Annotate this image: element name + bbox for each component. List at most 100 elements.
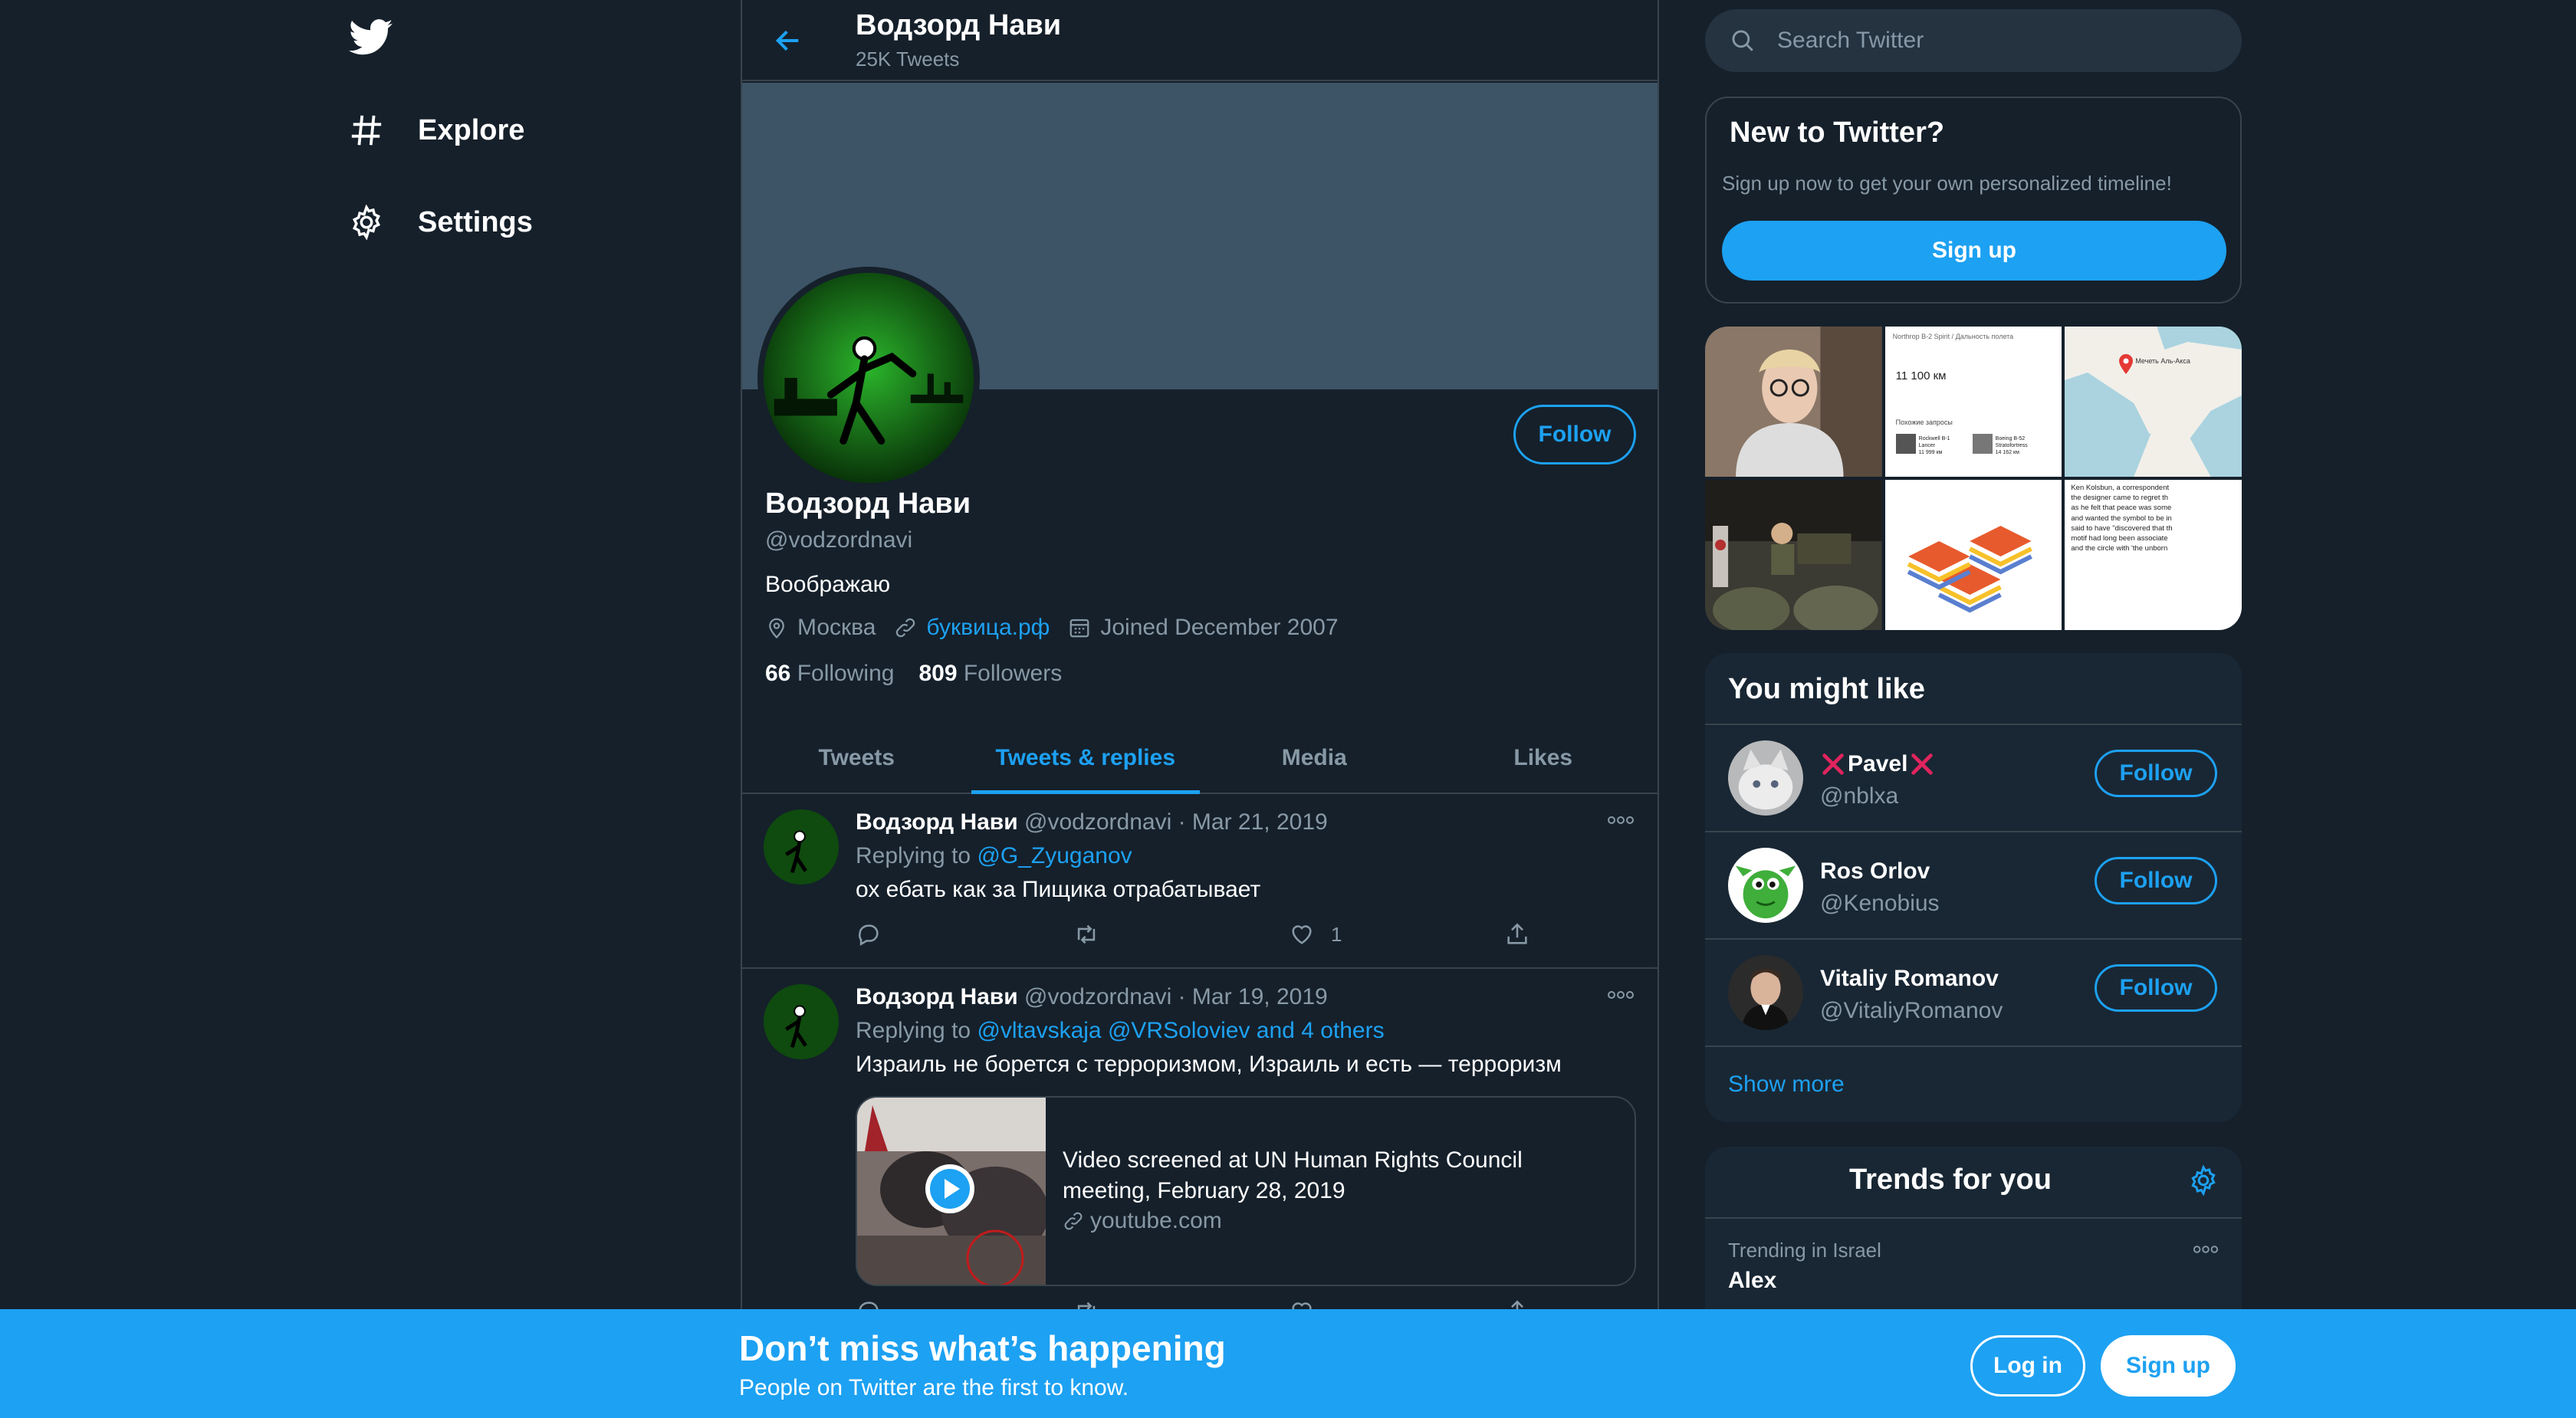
tweet[interactable]: Водзорд Нави @vodzordnavi · Mar 21, 2019… [742, 796, 1658, 969]
media-thumb-portrait[interactable] [1705, 327, 1882, 477]
article-line: the designer came to regret th [2071, 494, 2169, 503]
tab-tweets-replies[interactable]: Tweets & replies [971, 724, 1201, 794]
twitter-bird-icon[interactable] [349, 18, 393, 57]
followers-count[interactable]: 809 Followers [918, 661, 1062, 687]
tweet[interactable]: Водзорд Нави @vodzordnavi · Mar 19, 2019… [742, 970, 1658, 1338]
card-title: Video screened at UN Human Rights Counci… [1063, 1147, 1523, 1203]
divider [1705, 1217, 2242, 1219]
red-x-icon [1909, 751, 1935, 777]
avatar[interactable] [1728, 955, 1803, 1030]
replying-mention[interactable]: @G_Zyuganov [977, 843, 1132, 868]
tweet-avatar[interactable] [764, 809, 839, 885]
more-icon[interactable] [2193, 1245, 2219, 1254]
gear-icon [349, 205, 384, 240]
more-icon[interactable] [1607, 990, 1635, 999]
replying-prefix: Replying to [856, 843, 971, 868]
replying-mention[interactable]: @vltavskaja @VRSoloviev and 4 others [977, 1018, 1384, 1043]
tweet-header: Водзорд Нави @vodzordnavi · Mar 21, 2019 [856, 809, 1328, 835]
retweet-action[interactable] [1072, 921, 1240, 947]
tweet-date[interactable]: · Mar 19, 2019 [1178, 984, 1328, 1009]
avatar[interactable] [1728, 848, 1803, 923]
signup-button[interactable]: Sign up [1722, 221, 2226, 281]
media-thumb-3d-map[interactable] [1884, 480, 2062, 630]
user-name[interactable]: Ros Orlov [1820, 858, 1930, 885]
back-arrow-icon[interactable] [773, 23, 803, 58]
thumb-plane-1 [1895, 434, 1916, 454]
left-nav: Explore Settings [337, 0, 736, 1418]
like-action[interactable]: 1 [1288, 921, 1457, 947]
avatar[interactable] [1728, 740, 1803, 816]
reply-action[interactable] [856, 921, 1024, 947]
tweet-author-name[interactable]: Водзорд Нави [856, 984, 1018, 1009]
profile-handle: @vodzordnavi [765, 527, 913, 553]
profile-website: буквица.рф [894, 615, 1050, 641]
user-handle: @Kenobius [1820, 891, 1940, 916]
following-count[interactable]: 66 Following [765, 661, 894, 687]
login-button[interactable]: Log in [1970, 1335, 2085, 1397]
nav-explore[interactable]: Explore [349, 100, 524, 161]
tab-media[interactable]: Media [1200, 724, 1429, 793]
tab-tweets[interactable]: Tweets [742, 724, 971, 793]
user-suggestion[interactable]: Vitaliy Romanov @VitaliyRomanov Follow [1705, 938, 2242, 1045]
play-icon[interactable] [923, 1162, 977, 1216]
gear-icon[interactable] [2188, 1165, 2219, 1196]
media-thumb-article[interactable]: Ken Kolsbun, a correspondent the designe… [2065, 480, 2242, 630]
trends-title: Trends for you [1849, 1164, 2052, 1196]
media-thumb-search-result[interactable]: Northrop B-2 Spirit / Дальность полета 1… [1884, 327, 2062, 477]
article-line: and the circle with 'the unborn [2071, 544, 2168, 553]
tweet-date[interactable]: · Mar 21, 2019 [1178, 809, 1328, 835]
tab-likes[interactable]: Likes [1429, 724, 1658, 793]
nav-settings[interactable]: Settings [349, 192, 533, 253]
nav-settings-label: Settings [418, 205, 533, 238]
link-card[interactable]: Video screened at UN Human Rights Counci… [856, 1096, 1636, 1286]
tweet-replying-to: Replying to @vltavskaja @VRSoloviev and … [856, 1018, 1385, 1044]
tweet-text: ох ебать как за Пищика отрабатывает [856, 877, 1261, 902]
following-label: Following [797, 661, 895, 686]
link-icon [1063, 1210, 1084, 1232]
website-link[interactable]: буквица.рф [926, 615, 1050, 641]
who-to-follow-panel: You might like Pavel @nblxa Follow Ros O… [1705, 653, 2242, 1122]
signup-button[interactable]: Sign up [2101, 1335, 2236, 1397]
prompt-subtext: People on Twitter are the first to know. [739, 1375, 1129, 1400]
tweet-author-handle: @vodzordnavi [1024, 984, 1172, 1009]
show-more-link[interactable]: Show more [1728, 1072, 1845, 1098]
tweet-actions: 1 [856, 921, 1530, 947]
red-x-icon [1820, 751, 1846, 777]
follow-button[interactable]: Follow [2095, 964, 2217, 1012]
map-pin-icon [2118, 354, 2134, 374]
media-thumb-meeting[interactable] [1705, 480, 1882, 630]
user-name[interactable]: Pavel [1820, 751, 1935, 777]
profile-follow-button[interactable]: Follow [1513, 405, 1636, 464]
search-input[interactable] [1777, 28, 2206, 54]
profile-meta: Москва буквица.рф Joined December 2007 [765, 615, 1357, 641]
new-to-twitter-title: New to Twitter? [1730, 117, 1945, 149]
trend-name[interactable]: Alex [1728, 1268, 1776, 1294]
article-line: and wanted the symbol to be in [2071, 514, 2172, 523]
search-box[interactable] [1705, 9, 2242, 72]
more-icon[interactable] [1607, 816, 1635, 825]
card-url-text: youtube.com [1090, 1208, 1222, 1233]
right-sidebar: New to Twitter? Sign up now to get your … [1705, 0, 2242, 1418]
divider [1705, 1045, 2242, 1047]
replying-prefix: Replying to [856, 1018, 971, 1043]
follow-button[interactable]: Follow [2095, 857, 2217, 904]
user-name[interactable]: Vitaliy Romanov [1820, 966, 1999, 992]
user-suggestion[interactable]: Ros Orlov @Kenobius Follow [1705, 831, 2242, 938]
tweet-author-name[interactable]: Водзорд Нави [856, 809, 1018, 835]
hashtag-icon [349, 113, 384, 148]
joined-text: Joined December 2007 [1100, 615, 1339, 640]
user-suggestion[interactable]: Pavel @nblxa Follow [1705, 724, 2242, 831]
nav-explore-label: Explore [418, 113, 525, 146]
prompt-headline: Don’t miss what’s happening [739, 1328, 1226, 1368]
profile-avatar[interactable] [757, 267, 980, 489]
media-thumb-map[interactable]: Мечеть Аль-Акса [2065, 327, 2242, 477]
share-action[interactable] [1504, 921, 1530, 947]
tweet-text: Израиль не борется с терроризмом, Израил… [856, 1052, 1562, 1077]
profile-counts: 66 Following 809 Followers [765, 661, 1062, 687]
thumb-caption: Northrop B-2 Spirit / Дальность полета [1892, 333, 2014, 340]
follow-button[interactable]: Follow [2095, 750, 2217, 797]
header-tweet-count: 25K Tweets [856, 48, 960, 71]
thumb-item2: Boeing B-52 Stratofortress 14 162 км [1996, 435, 2049, 456]
profile-column: Водзорд Нави 25K Tweets Follow Водзорд Н… [741, 0, 1659, 1418]
tweet-avatar[interactable] [764, 984, 839, 1059]
